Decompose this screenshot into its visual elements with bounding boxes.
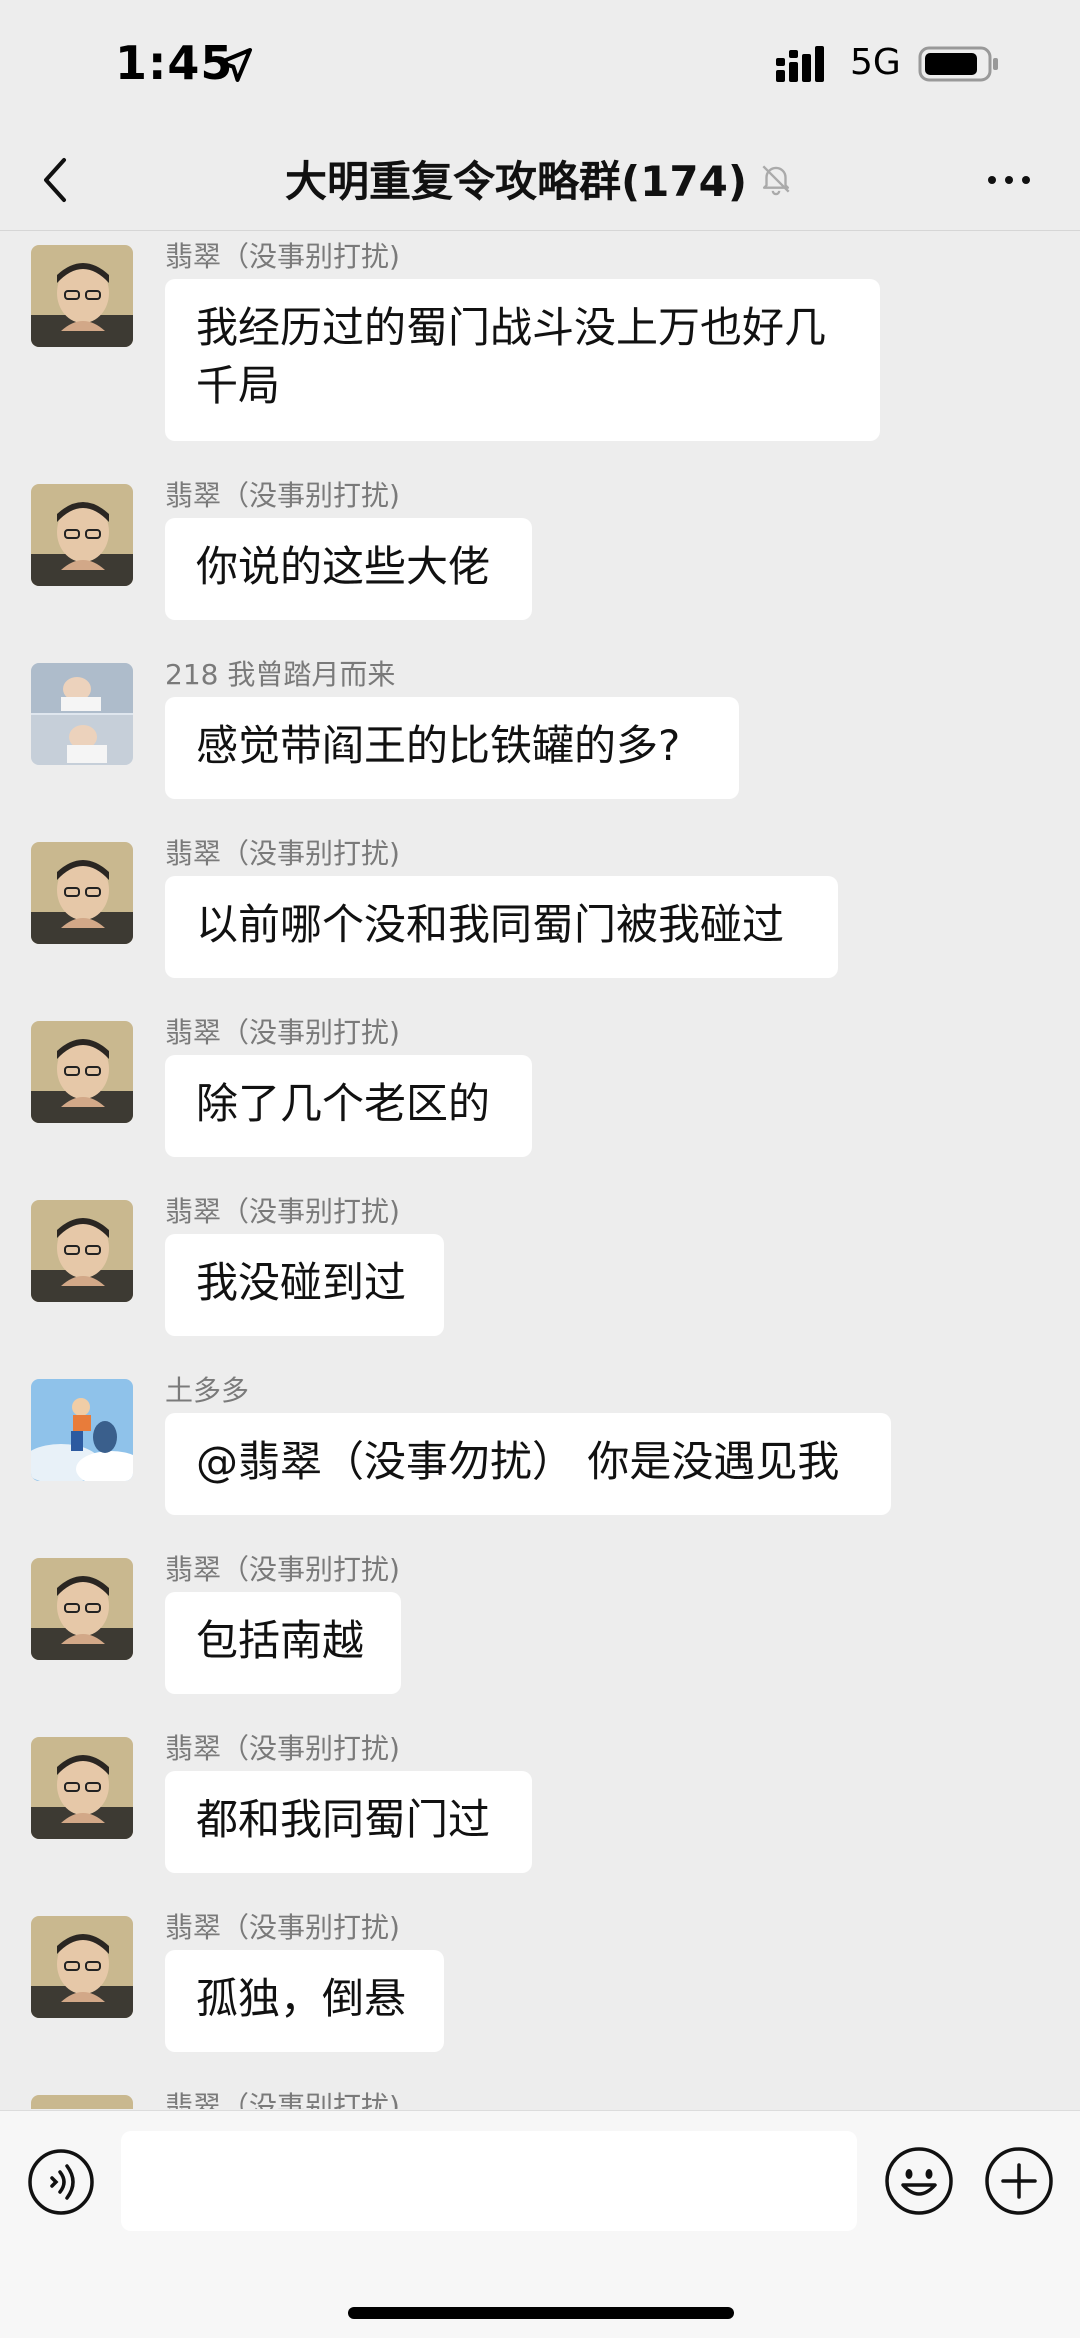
- network-label: 5G: [850, 42, 901, 83]
- plus-icon[interactable]: [983, 2145, 1055, 2217]
- message-list[interactable]: 翡翠（没事别打扰) 我经历过的蜀门战斗没上万也好几 千局 翡翠（没事别打扰) 你…: [0, 231, 1080, 2109]
- bell-slash-icon: [762, 164, 790, 195]
- message-input[interactable]: [121, 2131, 857, 2231]
- message-bubble[interactable]: 感觉带阎王的比铁罐的多?: [165, 697, 739, 799]
- message-bubble[interactable]: 孤独，倒悬: [165, 1950, 444, 2052]
- sender-name: 218 我曾踏月而来: [165, 658, 396, 691]
- message-bubble[interactable]: 除了几个老区的: [165, 1055, 532, 1157]
- avatar[interactable]: [31, 1379, 133, 1481]
- message-bubble[interactable]: 我没碰到过: [165, 1234, 444, 1336]
- avatar[interactable]: [31, 1737, 133, 1839]
- avatar[interactable]: [31, 484, 133, 586]
- location-arrow-icon: [218, 48, 252, 82]
- chat-title: 大明重复令攻略群(174): [284, 157, 748, 206]
- sender-name: 土多多: [165, 1374, 250, 1407]
- status-bar: 1:45 5G: [0, 0, 1080, 130]
- cellular-signal-icon: [776, 46, 824, 82]
- sender-name: 翡翠（没事别打扰): [165, 1732, 400, 1765]
- voice-icon[interactable]: [26, 2147, 96, 2217]
- avatar[interactable]: [31, 842, 133, 944]
- message-text-line: 千局: [196, 361, 281, 410]
- message-bubble[interactable]: 包括南越: [165, 1592, 401, 1694]
- chat-title-container: 大明重复令攻略群(174): [0, 148, 1080, 209]
- message-bubble[interactable]: 我经历过的蜀门战斗没上万也好几 千局: [165, 279, 880, 441]
- avatar[interactable]: [31, 1558, 133, 1660]
- message-bubble[interactable]: 都和我同蜀门过: [165, 1771, 532, 1873]
- sender-name: 翡翠（没事别打扰): [165, 479, 400, 512]
- avatar[interactable]: [31, 245, 133, 347]
- message-text-line: 我经历过的蜀门战斗没上万也好几: [196, 303, 827, 352]
- sender-name: 翡翠（没事别打扰): [165, 2090, 400, 2109]
- sender-name: 翡翠（没事别打扰): [165, 240, 400, 273]
- home-indicator[interactable]: [348, 2307, 734, 2319]
- message-bubble[interactable]: 以前哪个没和我同蜀门被我碰过: [165, 876, 838, 978]
- sender-name: 翡翠（没事别打扰): [165, 1553, 400, 1586]
- message-bubble[interactable]: @翡翠（没事勿扰） 你是没遇见我: [165, 1413, 891, 1515]
- emoji-icon[interactable]: [883, 2145, 955, 2217]
- more-options-button[interactable]: [984, 160, 1034, 200]
- sender-name: 翡翠（没事别打扰): [165, 837, 400, 870]
- chat-header: 大明重复令攻略群(174): [0, 130, 1080, 231]
- battery-icon: [918, 46, 998, 82]
- message-bubble[interactable]: 你说的这些大佬: [165, 518, 532, 620]
- avatar[interactable]: [31, 1916, 133, 2018]
- sender-name: 翡翠（没事别打扰): [165, 1195, 400, 1228]
- avatar[interactable]: [31, 1021, 133, 1123]
- avatar[interactable]: [31, 2095, 133, 2109]
- avatar[interactable]: [31, 1200, 133, 1302]
- sender-name: 翡翠（没事别打扰): [165, 1911, 400, 1944]
- sender-name: 翡翠（没事别打扰): [165, 1016, 400, 1049]
- input-bar: [0, 2110, 1080, 2338]
- avatar[interactable]: [31, 663, 133, 765]
